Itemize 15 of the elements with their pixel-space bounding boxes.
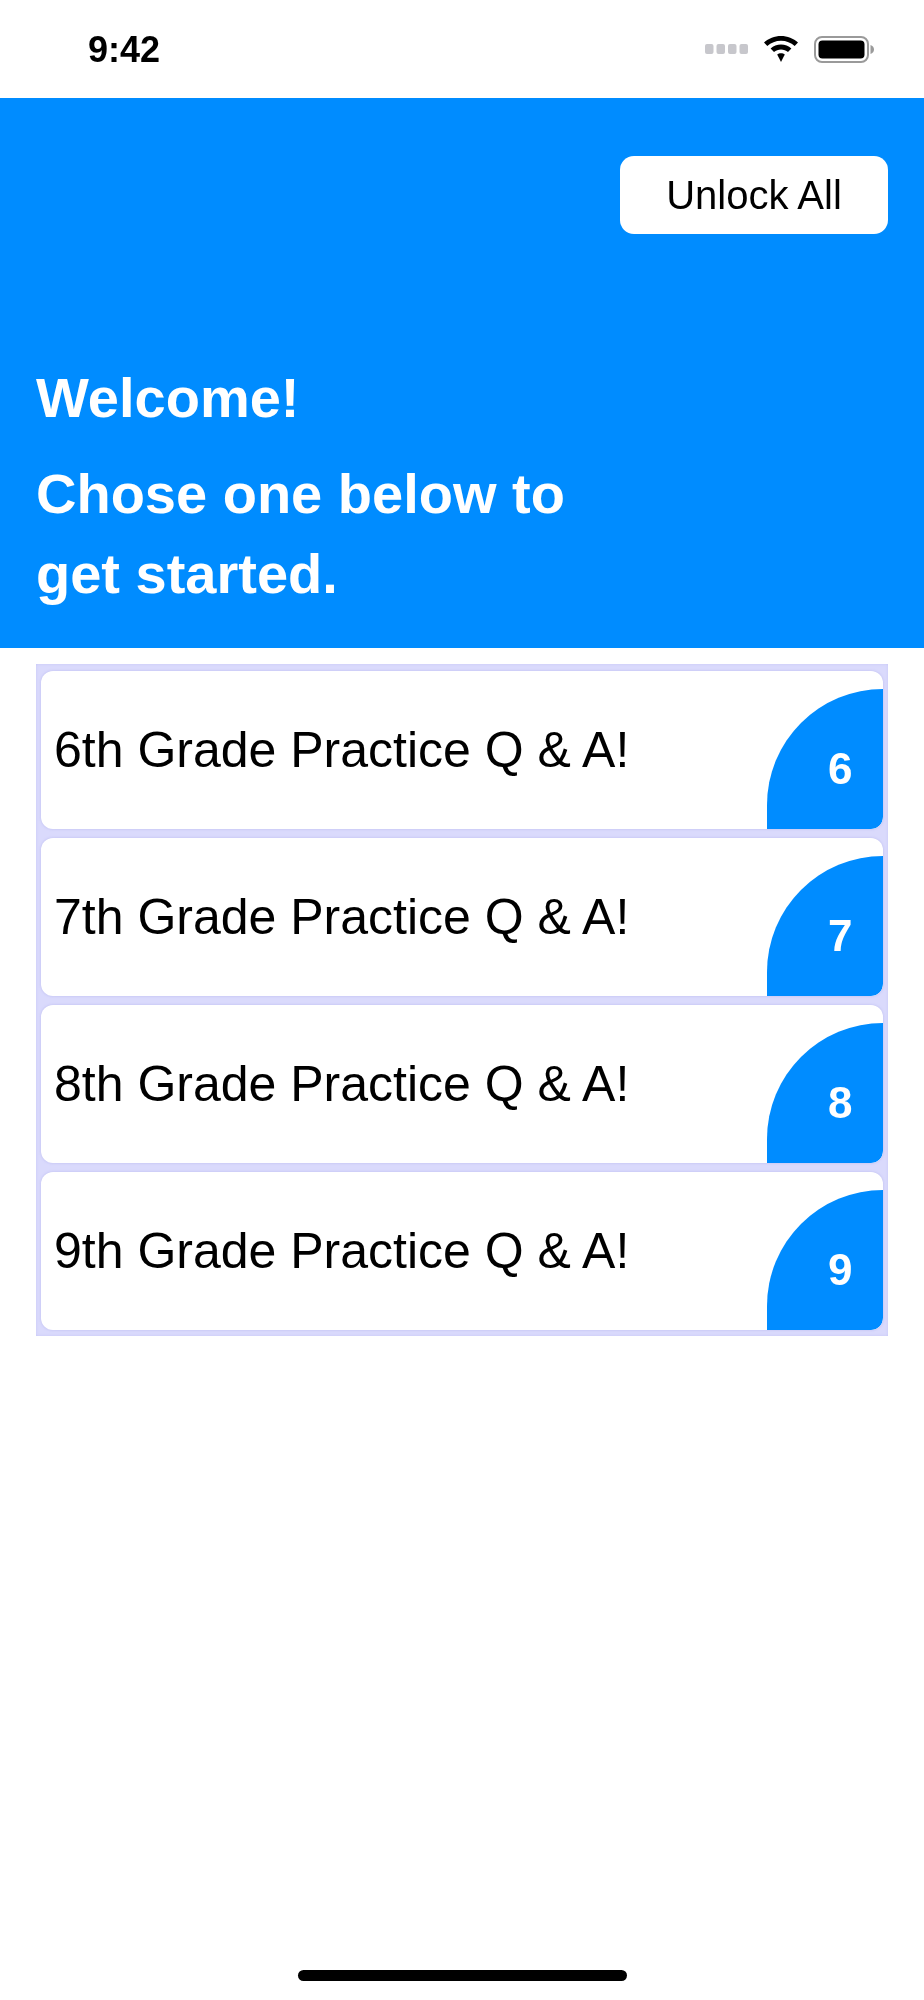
instruction-text: Chose one below to get started. [36,461,566,607]
grade-number-badge: 6 [767,689,883,829]
cellular-signal-icon [705,44,748,54]
grade-number-badge: 7 [767,856,883,996]
unlock-all-button[interactable]: Unlock All [620,156,888,234]
battery-icon [814,35,874,63]
welcome-heading: Welcome! [36,365,301,431]
grade-card[interactable]: 8th Grade Practice Q & A! 8 [41,1005,883,1163]
wifi-icon [764,36,798,62]
grade-card[interactable]: 7th Grade Practice Q & A! 7 [41,838,883,996]
status-time: 9:42 [88,32,161,68]
grade-number-badge: 9 [767,1190,883,1330]
grade-number-badge: 8 [767,1023,883,1163]
grade-card[interactable]: 6th Grade Practice Q & A! 6 [41,671,883,829]
grade-card[interactable]: 9th Grade Practice Q & A! 9 [41,1172,883,1330]
